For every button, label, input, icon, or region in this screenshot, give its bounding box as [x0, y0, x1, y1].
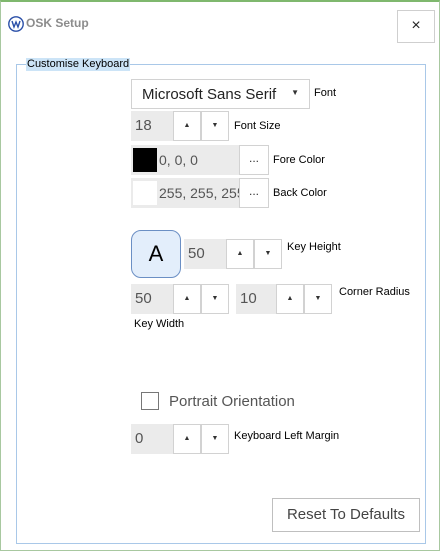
fore-color-value: 0, 0, 0	[159, 152, 198, 168]
fore-color-picker-button[interactable]: ...	[239, 145, 269, 175]
reset-to-defaults-button[interactable]: Reset To Defaults	[272, 498, 420, 532]
font-select-value: Microsoft Sans Serif	[142, 86, 277, 103]
font-label: Font	[314, 87, 337, 99]
close-button[interactable]: ×	[397, 10, 435, 43]
arrow-down-icon: ▼	[211, 122, 219, 129]
font-size-label: Font Size	[234, 120, 281, 132]
title-bar[interactable]: OSK Setup ×	[1, 2, 439, 46]
key-height-up-button[interactable]: ▲	[226, 239, 254, 269]
group-legend: Customise Keyboard	[26, 58, 131, 71]
portrait-orientation-label[interactable]: Portrait Orientation	[169, 393, 295, 410]
arrow-up-icon: ▲	[183, 295, 191, 302]
back-color-swatch	[133, 181, 157, 205]
left-margin-label: Keyboard Left Margin	[234, 430, 340, 442]
corner-radius-down-button[interactable]: ▼	[304, 284, 332, 314]
left-margin-down-button[interactable]: ▼	[201, 424, 229, 454]
arrow-down-icon: ▼	[264, 250, 272, 257]
back-color-value: 255, 255, 255	[159, 185, 239, 201]
arrow-down-icon: ▼	[211, 295, 219, 302]
back-color-label: Back Color	[273, 187, 327, 199]
fore-color-label: Fore Color	[273, 154, 325, 166]
arrow-down-icon: ▼	[211, 435, 219, 442]
app-icon	[8, 16, 24, 32]
corner-radius-label: Corner Radius	[339, 286, 410, 298]
key-height-input[interactable]: 50	[184, 239, 226, 269]
left-margin-input[interactable]: 0	[131, 424, 173, 454]
fore-color-swatch	[133, 148, 157, 172]
font-size-down-button[interactable]: ▼	[201, 111, 229, 141]
key-width-down-button[interactable]: ▼	[201, 284, 229, 314]
key-height-down-button[interactable]: ▼	[254, 239, 282, 269]
chevron-down-icon: ▼	[291, 88, 299, 97]
key-width-label: Key Width	[134, 318, 185, 330]
arrow-up-icon: ▲	[236, 250, 244, 257]
arrow-up-icon: ▲	[183, 122, 191, 129]
key-height-label: Key Height	[287, 241, 341, 253]
corner-radius-input[interactable]: 10	[236, 284, 276, 314]
font-size-up-button[interactable]: ▲	[173, 111, 201, 141]
font-size-input[interactable]: 18	[131, 111, 173, 141]
font-select[interactable]: Microsoft Sans Serif ▼	[131, 79, 310, 109]
portrait-orientation-checkbox[interactable]	[141, 392, 159, 410]
key-width-up-button[interactable]: ▲	[173, 284, 201, 314]
corner-radius-up-button[interactable]: ▲	[276, 284, 304, 314]
arrow-up-icon: ▲	[286, 295, 294, 302]
close-icon: ×	[411, 17, 421, 34]
key-width-input[interactable]: 50	[131, 284, 173, 314]
key-preview: A	[131, 230, 181, 278]
arrow-up-icon: ▲	[183, 435, 191, 442]
left-margin-up-button[interactable]: ▲	[173, 424, 201, 454]
arrow-down-icon: ▼	[314, 295, 322, 302]
back-color-picker-button[interactable]: ...	[239, 178, 269, 208]
window-title: OSK Setup	[26, 16, 89, 30]
